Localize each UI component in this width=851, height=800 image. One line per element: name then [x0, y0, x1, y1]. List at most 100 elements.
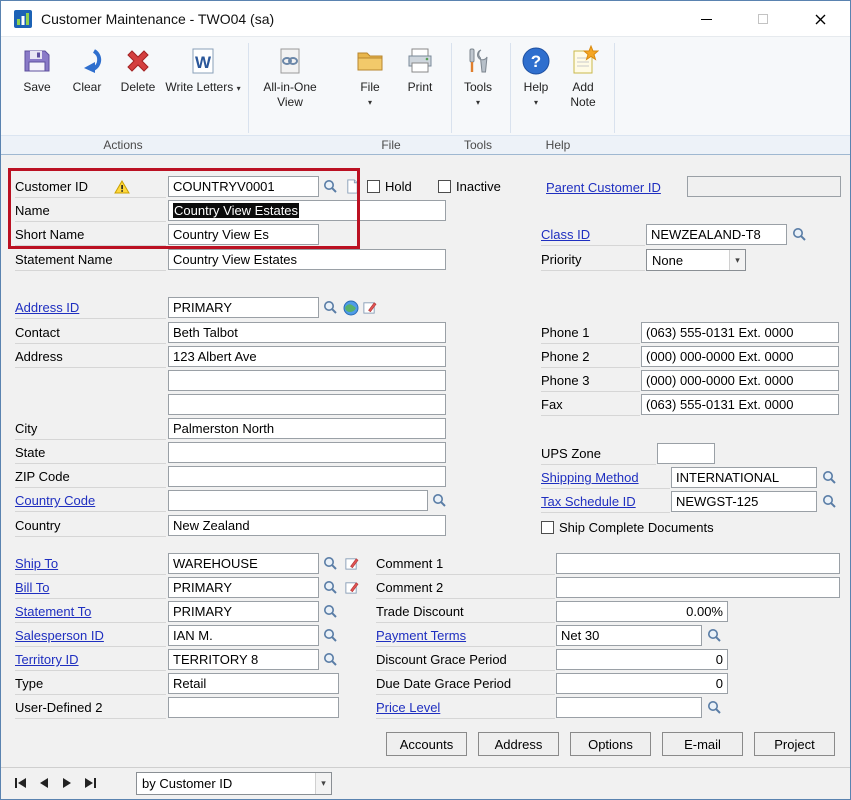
- inactive-checkbox[interactable]: Inactive: [438, 176, 501, 197]
- clear-button[interactable]: Clear: [63, 45, 111, 95]
- shipping-method-lookup-button[interactable]: [819, 467, 839, 488]
- price-level-link[interactable]: Price Level: [376, 700, 440, 715]
- file-button[interactable]: File ▾: [345, 45, 395, 108]
- bill-to-edit-button[interactable]: [341, 577, 361, 598]
- ups-zone-field[interactable]: [657, 443, 715, 464]
- short-name-field[interactable]: Country View Es: [168, 224, 319, 245]
- checkbox-box: [367, 180, 380, 193]
- address-line2-field[interactable]: [168, 370, 446, 391]
- salesperson-id-link[interactable]: Salesperson ID: [15, 628, 104, 643]
- last-record-button[interactable]: [80, 774, 100, 792]
- contact-field[interactable]: Beth Talbot: [168, 322, 446, 343]
- priority-dropdown[interactable]: None▾: [646, 249, 746, 271]
- address-id-lookup-button[interactable]: [320, 297, 340, 318]
- trade-discount-field[interactable]: 0.00%: [556, 601, 728, 622]
- country-code-field[interactable]: [168, 490, 428, 511]
- map-globe-button[interactable]: [341, 297, 361, 318]
- label-country: Country: [15, 515, 166, 537]
- payment-terms-field[interactable]: Net 30: [556, 625, 702, 646]
- parent-customer-id-link[interactable]: Parent Customer ID: [546, 180, 661, 195]
- tax-schedule-id-link[interactable]: Tax Schedule ID: [541, 494, 636, 509]
- user-defined-2-field[interactable]: [168, 697, 339, 718]
- address-button[interactable]: Address: [478, 732, 559, 756]
- bill-to-lookup-button[interactable]: [320, 577, 340, 598]
- address-line3-field[interactable]: [168, 394, 446, 415]
- country-code-link[interactable]: Country Code: [15, 493, 95, 508]
- payment-terms-link[interactable]: Payment Terms: [376, 628, 466, 643]
- next-record-button[interactable]: [57, 774, 77, 792]
- territory-id-link[interactable]: Territory ID: [15, 652, 79, 667]
- tools-button[interactable]: Tools ▾: [453, 45, 503, 108]
- ship-complete-documents-checkbox[interactable]: Ship Complete Documents: [541, 517, 714, 538]
- state-field[interactable]: [168, 442, 446, 463]
- territory-lookup-button[interactable]: [320, 649, 340, 670]
- email-button[interactable]: E-mail: [662, 732, 743, 756]
- add-note-button[interactable]: Add Note: [559, 45, 607, 110]
- address-line1-field[interactable]: 123 Albert Ave: [168, 346, 446, 367]
- address-id-link[interactable]: Address ID: [15, 300, 79, 315]
- all-in-one-view-button[interactable]: All-in-One View: [251, 45, 329, 110]
- hold-checkbox[interactable]: Hold: [367, 176, 412, 197]
- close-button[interactable]: [795, 2, 845, 36]
- shipping-method-link[interactable]: Shipping Method: [541, 470, 639, 485]
- phone-3-field[interactable]: (000) 000-0000 Ext. 0000: [641, 370, 839, 391]
- bill-to-link[interactable]: Bill To: [15, 580, 49, 595]
- due-date-grace-period-field[interactable]: 0: [556, 673, 728, 694]
- save-button[interactable]: Save: [13, 45, 61, 95]
- accounts-button[interactable]: Accounts: [386, 732, 467, 756]
- fax-field[interactable]: (063) 555-0131 Ext. 0000: [641, 394, 839, 415]
- address-edit-button[interactable]: [359, 297, 379, 318]
- comment-2-field[interactable]: [556, 577, 840, 598]
- statement-to-field[interactable]: PRIMARY: [168, 601, 319, 622]
- project-button[interactable]: Project: [754, 732, 835, 756]
- name-field[interactable]: Country View Estates: [168, 200, 446, 221]
- statement-to-link[interactable]: Statement To: [15, 604, 91, 619]
- country-code-lookup-button[interactable]: [429, 490, 449, 511]
- options-button[interactable]: Options: [570, 732, 651, 756]
- comment-1-field[interactable]: [556, 553, 840, 574]
- label-state: State: [15, 442, 166, 464]
- type-field[interactable]: Retail: [168, 673, 339, 694]
- previous-record-button[interactable]: [34, 774, 54, 792]
- salesperson-lookup-button[interactable]: [320, 625, 340, 646]
- phone-2-field[interactable]: (000) 000-0000 Ext. 0000: [641, 346, 839, 367]
- class-id-field[interactable]: NEWZEALAND-T8: [646, 224, 787, 245]
- bill-to-field[interactable]: PRIMARY: [168, 577, 319, 598]
- tax-schedule-id-field[interactable]: NEWGST-125: [671, 491, 817, 512]
- statement-to-lookup-button[interactable]: [320, 601, 340, 622]
- phone-1-field[interactable]: (063) 555-0131 Ext. 0000: [641, 322, 839, 343]
- maximize-button[interactable]: [738, 2, 788, 36]
- print-button[interactable]: Print: [395, 45, 445, 95]
- territory-id-field[interactable]: TERRITORY 8: [168, 649, 319, 670]
- salesperson-id-field[interactable]: IAN M.: [168, 625, 319, 646]
- ship-to-field[interactable]: WAREHOUSE: [168, 553, 319, 574]
- city-field[interactable]: Palmerston North: [168, 418, 446, 439]
- class-id-lookup-button[interactable]: [789, 224, 809, 245]
- ship-to-link[interactable]: Ship To: [15, 556, 58, 571]
- price-level-field[interactable]: [556, 697, 702, 718]
- country-field[interactable]: New Zealand: [168, 515, 446, 536]
- ship-to-edit-button[interactable]: [341, 553, 361, 574]
- sort-by-dropdown[interactable]: by Customer ID▾: [136, 772, 332, 795]
- delete-button[interactable]: Delete: [113, 45, 163, 95]
- previous-record-icon: [37, 777, 51, 789]
- customer-note-button[interactable]: [342, 176, 362, 197]
- ship-to-lookup-button[interactable]: [320, 553, 340, 574]
- first-record-button[interactable]: [11, 774, 31, 792]
- address-id-field[interactable]: PRIMARY: [168, 297, 319, 318]
- shipping-method-field[interactable]: INTERNATIONAL: [671, 467, 817, 488]
- tax-schedule-lookup-button[interactable]: [819, 491, 839, 512]
- minimize-button[interactable]: [681, 2, 731, 36]
- write-letters-button[interactable]: W Write Letters ▾: [165, 45, 241, 95]
- zip-code-field[interactable]: [168, 466, 446, 487]
- help-button[interactable]: ? Help ▾: [513, 45, 559, 108]
- discount-grace-period-field[interactable]: 0: [556, 649, 728, 670]
- label-phone-1: Phone 1: [541, 322, 640, 344]
- customer-id-field[interactable]: COUNTRYV0001: [168, 176, 319, 197]
- customer-id-lookup-button[interactable]: [320, 176, 340, 197]
- price-level-lookup-button[interactable]: [704, 697, 724, 718]
- payment-terms-lookup-button[interactable]: [704, 625, 724, 646]
- class-id-link[interactable]: Class ID: [541, 227, 590, 242]
- statement-name-field[interactable]: Country View Estates: [168, 249, 446, 270]
- parent-customer-id-field[interactable]: [687, 176, 841, 197]
